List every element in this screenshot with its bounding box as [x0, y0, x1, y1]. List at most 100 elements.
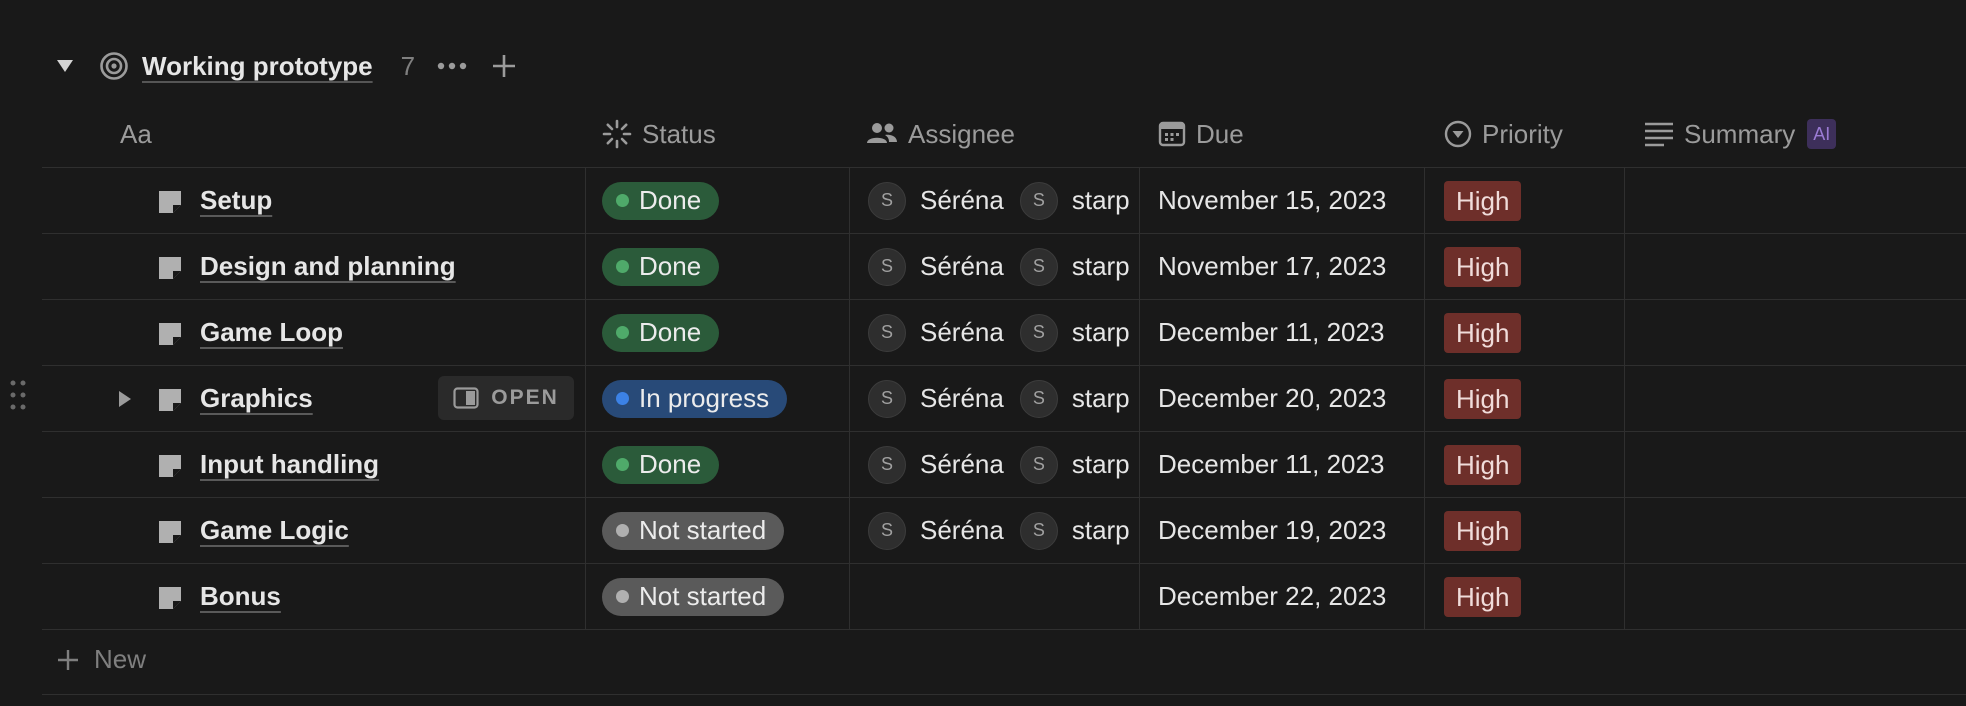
- priority-cell[interactable]: High: [1444, 300, 1522, 365]
- due-date: November 15, 2023: [1158, 185, 1387, 215]
- more-options-icon[interactable]: [437, 51, 467, 81]
- due-cell[interactable]: December 11, 2023: [1158, 300, 1384, 365]
- summary-cell[interactable]: [1626, 168, 1966, 233]
- row-title[interactable]: Bonus: [200, 581, 281, 612]
- status-dot-icon: [616, 458, 629, 471]
- open-button[interactable]: OPEN: [438, 376, 574, 420]
- column-header-status[interactable]: Status: [602, 101, 716, 167]
- title-cell[interactable]: Design and planning: [42, 234, 585, 299]
- row-title[interactable]: Design and planning: [200, 251, 456, 282]
- priority-cell[interactable]: High: [1444, 234, 1522, 299]
- summary-cell[interactable]: [1626, 300, 1966, 365]
- table-row[interactable]: Game Logic Not started S Séréna S starp …: [42, 498, 1966, 564]
- row-title[interactable]: Game Loop: [200, 317, 343, 348]
- priority-badge[interactable]: High: [1444, 576, 1522, 617]
- status-badge[interactable]: Done: [602, 247, 720, 286]
- priority-cell[interactable]: High: [1444, 366, 1522, 431]
- priority-badge[interactable]: High: [1444, 378, 1522, 419]
- status-cell[interactable]: Not started: [602, 564, 785, 629]
- summary-cell[interactable]: [1626, 432, 1966, 497]
- column-divider: [1139, 564, 1140, 629]
- column-header-due[interactable]: Due: [1158, 101, 1244, 167]
- priority-badge[interactable]: High: [1444, 246, 1522, 287]
- priority-badge[interactable]: High: [1444, 510, 1522, 551]
- assignee-cell[interactable]: S Séréna S starp: [868, 366, 1138, 431]
- due-cell[interactable]: December 22, 2023: [1158, 564, 1386, 629]
- status-dot-icon: [616, 590, 629, 603]
- status-badge[interactable]: Not started: [602, 577, 785, 616]
- row-title[interactable]: Graphics: [200, 383, 313, 414]
- row-title[interactable]: Input handling: [200, 449, 379, 480]
- assignee-cell[interactable]: S Séréna S starp: [868, 168, 1138, 233]
- assignee-cell[interactable]: S Séréna S starp: [868, 234, 1138, 299]
- summary-cell[interactable]: [1626, 498, 1966, 563]
- assignee-cell[interactable]: S Séréna S starp: [868, 432, 1138, 497]
- status-badge[interactable]: In progress: [602, 379, 788, 418]
- row-title[interactable]: Setup: [200, 185, 272, 216]
- status-badge[interactable]: Done: [602, 445, 720, 484]
- expand-arrow-icon[interactable]: [112, 386, 138, 412]
- priority-cell[interactable]: High: [1444, 432, 1522, 497]
- title-cell[interactable]: Game Loop: [42, 300, 585, 365]
- add-item-plus-icon[interactable]: [489, 51, 519, 81]
- assignee-cell[interactable]: S Séréna S starp: [868, 300, 1138, 365]
- title-cell[interactable]: Game Logic: [42, 498, 585, 563]
- title-cell[interactable]: Setup: [42, 168, 585, 233]
- status-cell[interactable]: In progress: [602, 366, 788, 431]
- status-badge[interactable]: Done: [602, 181, 720, 220]
- row-title[interactable]: Game Logic: [200, 515, 349, 546]
- column-header-priority[interactable]: Priority: [1444, 101, 1563, 167]
- assignee-name: Séréna: [920, 251, 1004, 281]
- status-cell[interactable]: Done: [602, 432, 720, 497]
- due-cell[interactable]: November 17, 2023: [1158, 234, 1386, 299]
- page-icon: [158, 586, 182, 610]
- ai-badge[interactable]: AI: [1807, 119, 1837, 149]
- due-cell[interactable]: December 11, 2023: [1158, 432, 1384, 497]
- due-cell[interactable]: December 20, 2023: [1158, 366, 1386, 431]
- summary-cell[interactable]: [1626, 564, 1966, 629]
- new-item-label: New: [94, 644, 147, 674]
- page-icon: [158, 190, 182, 214]
- drag-handle-icon[interactable]: [8, 378, 32, 418]
- status-badge[interactable]: Not started: [602, 511, 785, 550]
- title-cell[interactable]: Input handling: [42, 432, 585, 497]
- priority-badge[interactable]: High: [1444, 180, 1522, 221]
- due-cell[interactable]: November 15, 2023: [1158, 168, 1386, 233]
- status-cell[interactable]: Done: [602, 168, 720, 233]
- column-divider: [585, 366, 586, 431]
- column-header-summary[interactable]: Summary AI: [1644, 101, 1837, 167]
- collapse-toggle-icon[interactable]: [52, 53, 78, 79]
- new-item-button[interactable]: New: [56, 644, 146, 675]
- column-divider: [849, 366, 850, 431]
- title-cell[interactable]: Graphics OPEN: [42, 366, 585, 431]
- priority-badge[interactable]: High: [1444, 312, 1522, 353]
- status-cell[interactable]: Done: [602, 234, 720, 299]
- table-row[interactable]: Setup Done S Séréna S starp November 15,…: [42, 168, 1966, 234]
- summary-cell[interactable]: [1626, 366, 1966, 431]
- priority-cell[interactable]: High: [1444, 168, 1522, 233]
- avatar: S: [1019, 445, 1058, 484]
- assignee-cell[interactable]: S Séréna S starp: [868, 498, 1138, 563]
- priority-cell[interactable]: High: [1444, 564, 1522, 629]
- assignee-cell[interactable]: [868, 564, 1138, 629]
- status-cell[interactable]: Done: [602, 300, 720, 365]
- summary-cell[interactable]: [1626, 234, 1966, 299]
- table-row[interactable]: Bonus Not started December 22, 2023 High: [42, 564, 1966, 630]
- column-divider: [1424, 498, 1425, 563]
- assignee-name: starp: [1071, 251, 1130, 281]
- table-row[interactable]: Input handling Done S Séréna S starp Dec…: [42, 432, 1966, 498]
- status-cell[interactable]: Not started: [602, 498, 785, 563]
- table-row[interactable]: Game Loop Done S Séréna S starp December…: [42, 300, 1966, 366]
- column-header-assignee[interactable]: Assignee: [866, 101, 1015, 167]
- status-badge[interactable]: Done: [602, 313, 720, 352]
- due-cell[interactable]: December 19, 2023: [1158, 498, 1386, 563]
- column-divider: [1624, 564, 1625, 629]
- table-row[interactable]: Graphics OPEN In progress S Séréna S star…: [42, 366, 1966, 432]
- table-row[interactable]: Design and planning Done S Séréna S star…: [42, 234, 1966, 300]
- priority-badge[interactable]: High: [1444, 444, 1522, 485]
- column-header-name[interactable]: Aa: [120, 101, 152, 167]
- priority-cell[interactable]: High: [1444, 498, 1522, 563]
- due-date: December 11, 2023: [1158, 317, 1385, 347]
- title-cell[interactable]: Bonus: [42, 564, 585, 629]
- group-title[interactable]: Working prototype: [142, 51, 373, 82]
